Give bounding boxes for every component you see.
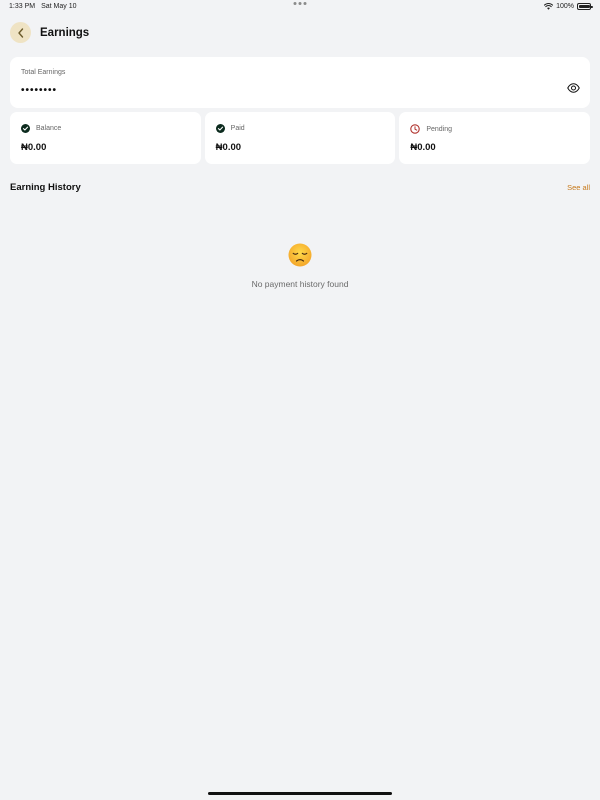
stats-row: Balance ₦0.00 Paid ₦0.00 Pending ₦0.00 <box>10 112 591 164</box>
paid-card: Paid ₦0.00 <box>204 112 396 164</box>
wifi-icon <box>544 3 554 10</box>
status-left: 1:33 PM Sat May 10 <box>9 3 77 10</box>
chevron-left-icon <box>17 27 23 38</box>
balance-card: Balance ₦0.00 <box>10 112 201 164</box>
pending-value: ₦0.00 <box>410 142 436 153</box>
status-date: Sat May 10 <box>41 3 77 10</box>
balance-value: ₦0.00 <box>21 142 47 153</box>
header: Earnings <box>10 22 89 43</box>
battery-icon <box>577 3 593 10</box>
back-button[interactable] <box>10 22 31 43</box>
earnings-screen: 1:33 PM Sat May 10 100% Earnings Total E… <box>0 0 600 800</box>
pending-label: Pending <box>426 125 453 133</box>
check-circle-icon <box>215 124 225 133</box>
earning-history-title: Earning History <box>10 182 81 193</box>
paid-label: Paid <box>230 125 245 132</box>
clock-icon <box>410 124 421 134</box>
stat-head: Pending <box>410 124 452 134</box>
total-earnings-card: Total Earnings •••••••• <box>10 57 590 108</box>
empty-state-message: No payment history found <box>251 279 349 289</box>
total-earnings-label: Total Earnings <box>21 69 66 76</box>
status-time: 1:33 PM <box>9 3 36 10</box>
disappointed-face-icon <box>288 243 312 267</box>
eye-icon[interactable] <box>567 83 580 93</box>
total-earnings-value: •••••••• <box>21 85 58 96</box>
stat-head: Paid <box>215 124 245 133</box>
page-title: Earnings <box>40 26 90 39</box>
pending-card: Pending ₦0.00 <box>399 112 591 164</box>
stat-head: Balance <box>21 124 61 133</box>
check-circle-icon <box>21 124 30 133</box>
balance-label: Balance <box>36 125 62 132</box>
multitasking-dots-icon[interactable] <box>293 2 307 5</box>
see-all-link[interactable]: See all <box>567 183 590 192</box>
status-bar: 1:33 PM Sat May 10 100% <box>0 0 600 14</box>
home-indicator[interactable] <box>208 792 392 795</box>
status-right: 100% <box>544 3 593 10</box>
battery-percent: 100% <box>556 3 574 10</box>
paid-value: ₦0.00 <box>215 142 242 153</box>
